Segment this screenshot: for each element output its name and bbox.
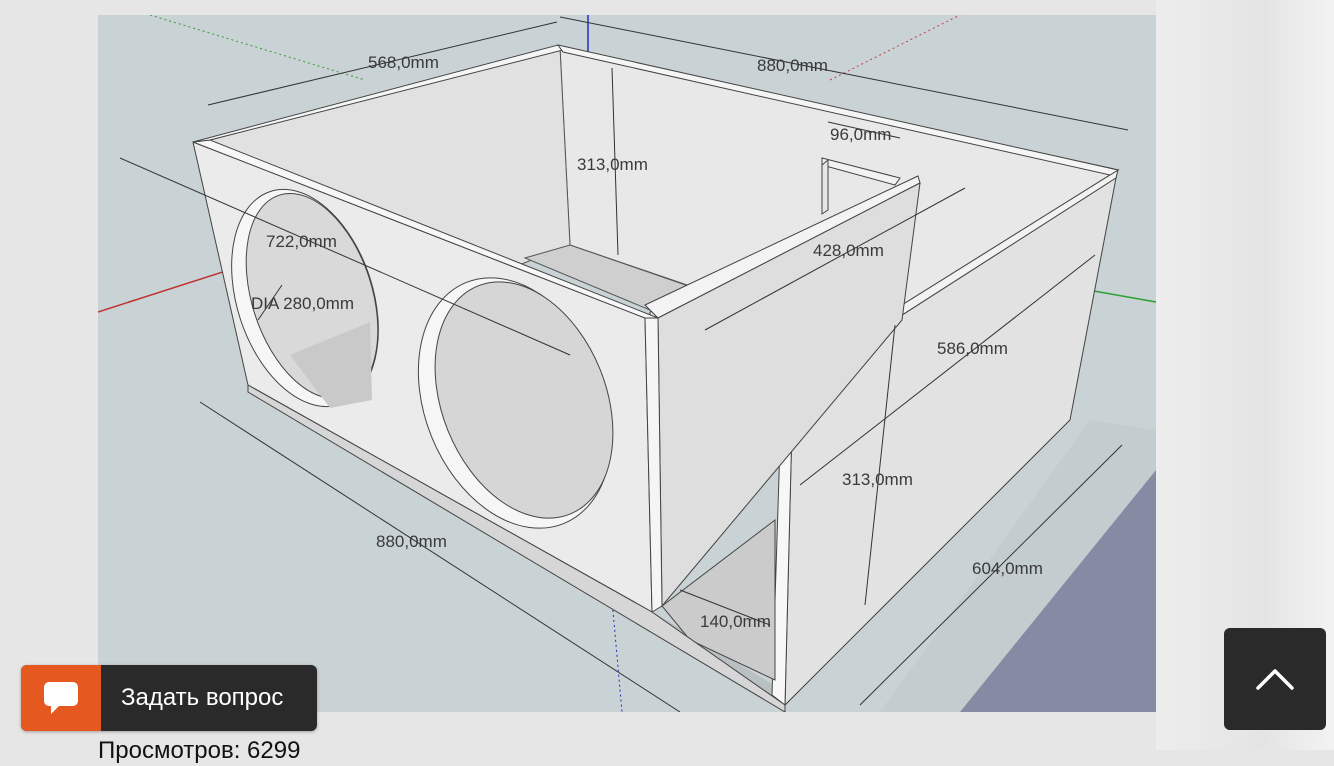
dim-label: 313,0mm <box>577 155 648 174</box>
scroll-to-top-button[interactable] <box>1224 628 1326 730</box>
dim-label: 140,0mm <box>700 612 771 631</box>
subwoofer-box-image: 568,0mm 880,0mm 96,0mm 313,0mm 722,0mm D… <box>98 15 1156 712</box>
ask-question-label: Задать вопрос <box>121 684 284 711</box>
dim-label: 604,0mm <box>972 559 1043 578</box>
dim-label: 880,0mm <box>376 532 447 551</box>
chevron-up-icon <box>1256 669 1294 690</box>
dim-label: DIA 280,0mm <box>251 294 354 313</box>
dim-label: 313,0mm <box>842 470 913 489</box>
ask-question-button[interactable]: Задать вопрос <box>21 665 317 731</box>
dim-label: 722,0mm <box>266 232 337 251</box>
dim-label: 568,0mm <box>368 53 439 72</box>
dim-label: 96,0mm <box>830 125 891 144</box>
chat-bubble-icon <box>44 682 78 714</box>
dim-label: 586,0mm <box>937 339 1008 358</box>
dim-label: 880,0mm <box>757 56 828 75</box>
dim-label: 428,0mm <box>813 241 884 260</box>
ask-question-icon-box <box>21 665 101 731</box>
views-counter: Просмотров: 6299 <box>98 737 301 764</box>
